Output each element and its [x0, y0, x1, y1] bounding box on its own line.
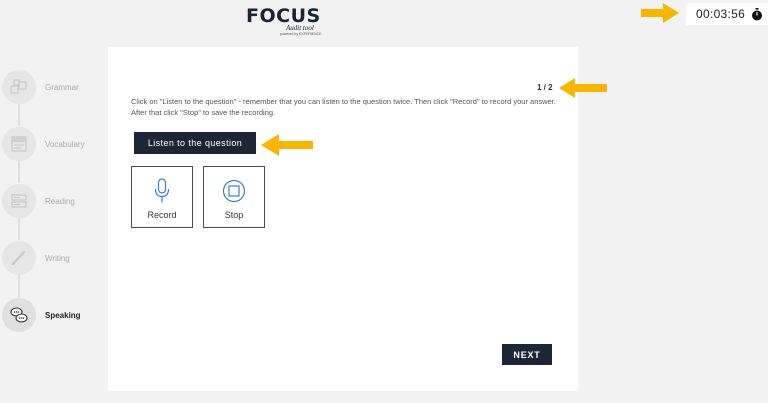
sidebar-item-reading[interactable]: Reading	[2, 181, 102, 221]
timer-value: 00:03:56	[696, 7, 746, 21]
question-counter: 1 / 2	[537, 83, 553, 92]
sidebar-item-label: Writing	[45, 253, 70, 263]
stopwatch-icon	[752, 7, 763, 20]
stop-label: Stop	[224, 210, 244, 220]
arrow-left-icon	[261, 134, 313, 156]
writing-icon	[2, 241, 36, 275]
countdown-timer: 00:03:56	[686, 3, 768, 25]
arrow-right-icon	[641, 3, 679, 23]
sidebar-connector	[18, 218, 20, 240]
sidebar-item-label: Grammar	[45, 82, 79, 92]
next-button[interactable]: NEXT	[502, 344, 552, 365]
sidebar-item-label: Speaking	[45, 310, 81, 320]
task-instruction: Click on "Listen to the question" - reme…	[131, 97, 556, 117]
sidebar-item-label: Reading	[45, 196, 75, 206]
sidebar-item-writing[interactable]: Writing	[2, 238, 102, 278]
sidebar-item-vocabulary[interactable]: Vocabulary	[2, 124, 102, 164]
logo-subtitle: Audit tool	[286, 24, 314, 32]
stop-button[interactable]: Stop	[203, 166, 265, 228]
listen-question-button[interactable]: Listen to the question	[134, 132, 256, 154]
sidebar-connector	[18, 104, 20, 126]
record-button[interactable]: Record	[131, 166, 193, 228]
vocabulary-icon	[2, 127, 36, 161]
stop-icon	[222, 179, 246, 203]
sidebar-item-grammar[interactable]: Grammar	[2, 67, 102, 107]
microphone-icon	[154, 178, 170, 203]
record-label: Record	[147, 210, 177, 220]
reading-icon	[2, 184, 36, 218]
focus-logo: FOCUS Audit tool powered by EXPERIENCE	[246, 5, 326, 36]
arrow-left-icon	[559, 78, 607, 98]
logo-tagline: powered by EXPERIENCE	[280, 32, 322, 36]
sidebar-connector	[18, 161, 20, 183]
logo-wordmark: FOCUS	[246, 5, 321, 27]
grammar-icon	[2, 70, 36, 104]
sidebar-item-speaking[interactable]: Speaking	[2, 295, 102, 335]
sidebar-item-label: Vocabulary	[45, 139, 85, 149]
speaking-icon	[2, 298, 36, 332]
sidebar-connector	[18, 275, 20, 297]
